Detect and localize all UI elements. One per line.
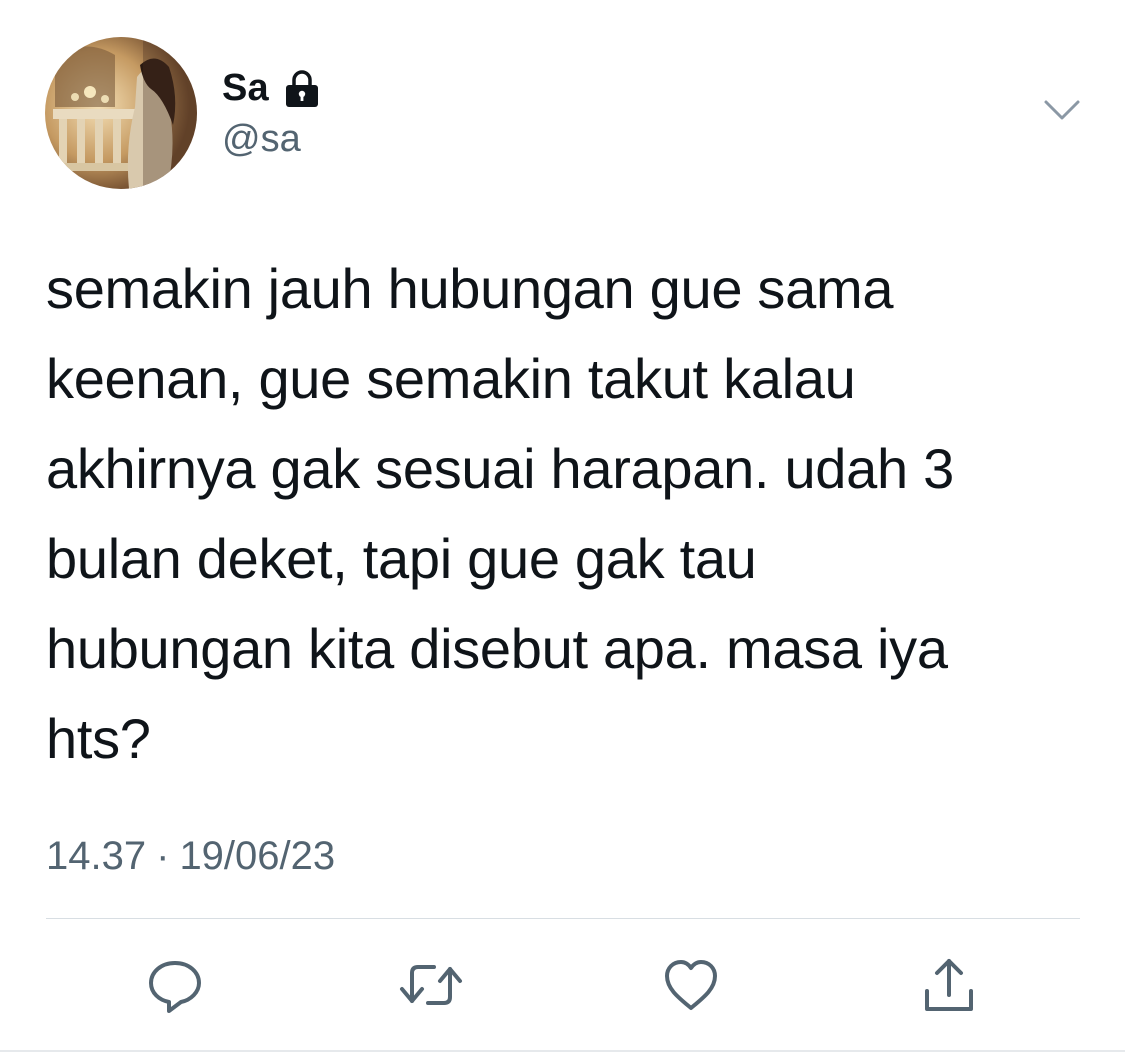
meta-separator: · — [156, 834, 170, 878]
user-handle[interactable]: @sa — [222, 118, 301, 161]
lock-icon — [281, 67, 323, 109]
share-button[interactable] — [914, 950, 984, 1020]
user-name-row: Sa — [222, 64, 323, 112]
like-icon — [665, 960, 717, 1010]
tweet-date: 19/06/23 — [179, 834, 336, 878]
share-icon — [925, 959, 973, 1011]
divider — [46, 918, 1080, 919]
display-name[interactable]: Sa — [222, 67, 269, 110]
chevron-down-icon[interactable] — [1040, 92, 1084, 128]
tweet-timestamp[interactable]: 14.37 · 19/06/23 — [46, 834, 335, 879]
tweet-text: semakin jauh hubungan gue sama keenan, g… — [46, 257, 954, 770]
avatar-image — [45, 37, 197, 189]
action-bar — [0, 950, 1125, 1020]
retweet-icon — [400, 965, 462, 1005]
reply-icon — [149, 961, 201, 1013]
avatar[interactable] — [45, 37, 197, 189]
retweet-button[interactable] — [396, 950, 466, 1020]
like-button[interactable] — [656, 950, 726, 1020]
tweet-card: Sa @sa semakin jauh hubungan gue sama ke… — [0, 0, 1125, 1052]
tweet-time: 14.37 — [46, 834, 147, 878]
reply-button[interactable] — [140, 950, 210, 1020]
